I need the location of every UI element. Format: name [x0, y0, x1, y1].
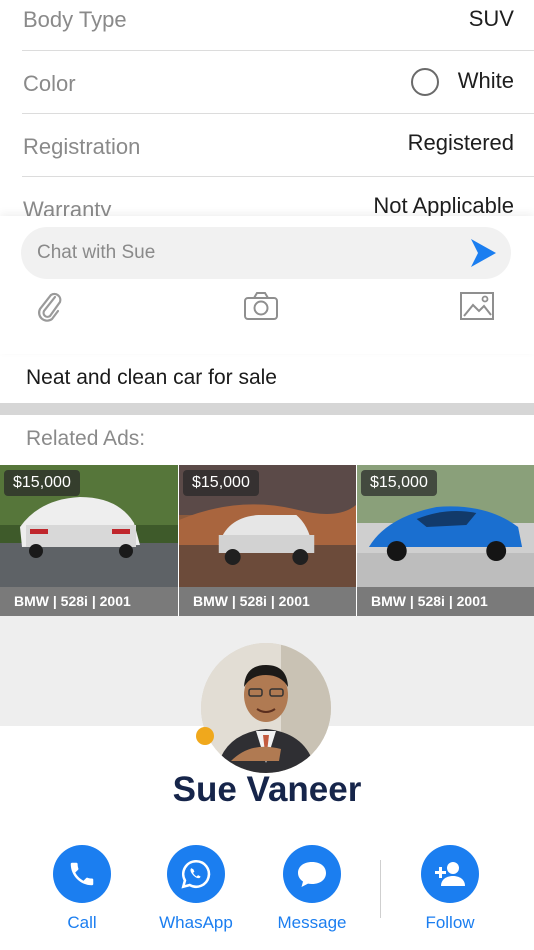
add-person-icon — [421, 845, 479, 903]
camera-icon[interactable] — [243, 291, 279, 321]
send-arrow-icon[interactable] — [468, 237, 498, 269]
chat-bubble-icon — [283, 845, 341, 903]
color-swatch — [411, 68, 439, 96]
action-divider — [380, 860, 381, 918]
paperclip-icon[interactable] — [35, 289, 65, 323]
ad-title: BMW | 528i | 2001 — [179, 587, 356, 616]
online-status-dot — [196, 727, 214, 745]
image-icon[interactable] — [459, 291, 495, 321]
chat-panel — [0, 216, 534, 354]
ad-price: $15,000 — [361, 470, 437, 496]
call-button[interactable]: Call — [32, 845, 132, 933]
ad-title: BMW | 528i | 2001 — [0, 587, 178, 616]
section-divider — [0, 403, 534, 415]
spec-value: Registered — [407, 130, 514, 155]
related-ad-card[interactable]: $15,000 BMW | 528i | 2001 — [356, 465, 534, 616]
related-ads-title: Related Ads: — [26, 427, 146, 450]
whatsapp-label: WhasApp — [159, 913, 233, 932]
ad-description: Neat and clean car for sale — [26, 366, 277, 389]
phone-icon — [53, 845, 111, 903]
spec-value: SUV — [468, 6, 514, 31]
follow-label: Follow — [425, 913, 475, 932]
follow-button[interactable]: Follow — [400, 845, 500, 933]
message-button[interactable]: Message — [262, 845, 362, 933]
seller-avatar[interactable] — [201, 643, 331, 773]
ad-price: $15,000 — [183, 470, 259, 496]
spec-row-body-type: Body Type SUV — [22, 0, 534, 51]
spec-label: Registration — [23, 134, 141, 159]
related-ad-card[interactable]: $15,000 BMW | 528i | 2001 — [178, 465, 356, 616]
whatsapp-button[interactable]: WhasApp — [146, 845, 246, 933]
ad-title: BMW | 528i | 2001 — [357, 587, 534, 616]
spec-label: Color — [23, 71, 76, 96]
spec-row-registration: Registration Registered — [22, 114, 534, 177]
call-label: Call — [67, 913, 97, 932]
spec-row-color: Color White — [22, 51, 534, 114]
message-label: Message — [277, 913, 347, 932]
whatsapp-icon — [167, 845, 225, 903]
related-ads-list: $15,000 BMW | 528i | 2001 $15,000 BMW | … — [0, 465, 534, 616]
chat-input[interactable] — [21, 227, 511, 279]
seller-name: Sue Vaneer — [172, 770, 362, 809]
spec-label: Body Type — [23, 7, 127, 32]
spec-value: White — [457, 68, 514, 93]
ad-price: $15,000 — [4, 470, 80, 496]
related-ad-card[interactable]: $15,000 BMW | 528i | 2001 — [0, 465, 178, 616]
